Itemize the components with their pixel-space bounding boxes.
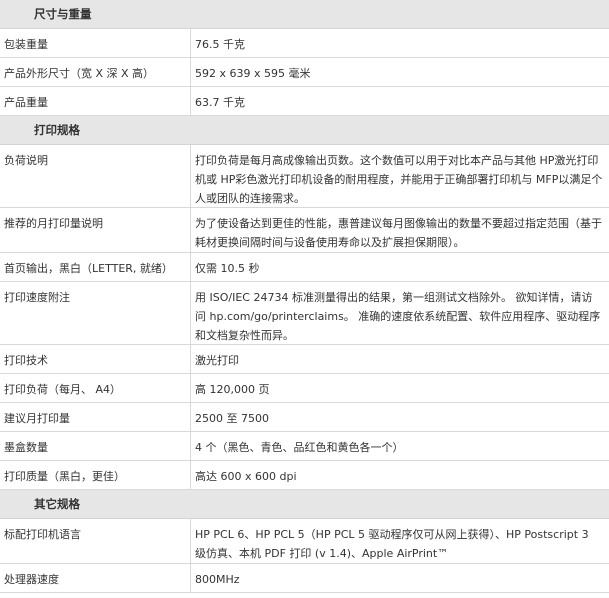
spec-row: 处理器速度 800MHz (0, 564, 609, 593)
spec-row: 打印速度附注 用 ISO/IEC 24734 标准测量得出的结果，第一组测试文档… (0, 282, 609, 345)
spec-label: 打印技术 (0, 345, 191, 373)
spec-value: 高 120,000 页 (195, 383, 270, 396)
spec-value: 592 x 639 x 595 毫米 (195, 67, 311, 80)
spec-row: 墨盒数量 4 个（黑色、青色、品红色和黄色各一个） (0, 432, 609, 461)
spec-row: 标配打印机语言 HP PCL 6、HP PCL 5（HP PCL 5 驱动程序仅… (0, 519, 609, 564)
spec-value: 仅需 10.5 秒 (195, 262, 260, 275)
spec-label: 处理器速度 (0, 564, 191, 592)
spec-label: 首页输出，黑白（LETTER, 就绪） (0, 253, 191, 281)
spec-label: 打印质量（黑白，更佳） (0, 461, 191, 489)
spec-row: 建议月打印量 2500 至 7500 (0, 403, 609, 432)
spec-sheet: 尺寸与重量 包装重量 76.5 千克 产品外形尺寸（宽 X 深 X 高） 592… (0, 0, 609, 593)
spec-label: 产品外形尺寸（宽 X 深 X 高） (0, 58, 191, 86)
spec-row: 产品外形尺寸（宽 X 深 X 高） 592 x 639 x 595 毫米 (0, 58, 609, 87)
section-header-print-specs: 打印规格 (0, 116, 609, 145)
spec-value: 用 ISO/IEC 24734 标准测量得出的结果，第一组测试文档除外。 欲知详… (195, 291, 601, 342)
spec-row: 打印技术 激光打印 (0, 345, 609, 374)
spec-label: 产品重量 (0, 87, 191, 115)
spec-row: 打印负荷（每月、 A4） 高 120,000 页 (0, 374, 609, 403)
spec-row: 包装重量 76.5 千克 (0, 29, 609, 58)
spec-value: 激光打印 (195, 354, 239, 367)
section-header-other-specs: 其它规格 (0, 490, 609, 519)
spec-label: 打印速度附注 (0, 282, 191, 344)
spec-row: 首页输出，黑白（LETTER, 就绪） 仅需 10.5 秒 (0, 253, 609, 282)
spec-value: 打印负荷是每月高成像输出页数。这个数值可以用于对比本产品与其他 HP激光打印机或… (195, 154, 603, 205)
spec-value: 800MHz (195, 573, 240, 586)
spec-value: 为了使设备达到更佳的性能，惠普建议每月图像输出的数量不要超过指定范围（基于耗材更… (195, 217, 602, 249)
spec-value: 63.7 千克 (195, 96, 245, 109)
spec-row: 打印质量（黑白，更佳） 高达 600 x 600 dpi (0, 461, 609, 490)
spec-label: 墨盒数量 (0, 432, 191, 460)
spec-label: 推荐的月打印量说明 (0, 208, 191, 252)
spec-value: 2500 至 7500 (195, 412, 269, 425)
spec-label: 标配打印机语言 (0, 519, 191, 563)
section-header-dimensions: 尺寸与重量 (0, 0, 609, 29)
spec-value: HP PCL 6、HP PCL 5（HP PCL 5 驱动程序仅可从网上获得）、… (195, 528, 589, 560)
spec-label: 负荷说明 (0, 145, 191, 207)
spec-row: 产品重量 63.7 千克 (0, 87, 609, 116)
spec-value: 4 个（黑色、青色、品红色和黄色各一个） (195, 441, 404, 454)
spec-label: 建议月打印量 (0, 403, 191, 431)
spec-value: 高达 600 x 600 dpi (195, 470, 297, 483)
spec-row: 推荐的月打印量说明 为了使设备达到更佳的性能，惠普建议每月图像输出的数量不要超过… (0, 208, 609, 253)
spec-value: 76.5 千克 (195, 38, 245, 51)
spec-label: 打印负荷（每月、 A4） (0, 374, 191, 402)
spec-row: 负荷说明 打印负荷是每月高成像输出页数。这个数值可以用于对比本产品与其他 HP激… (0, 145, 609, 208)
spec-label: 包装重量 (0, 29, 191, 57)
